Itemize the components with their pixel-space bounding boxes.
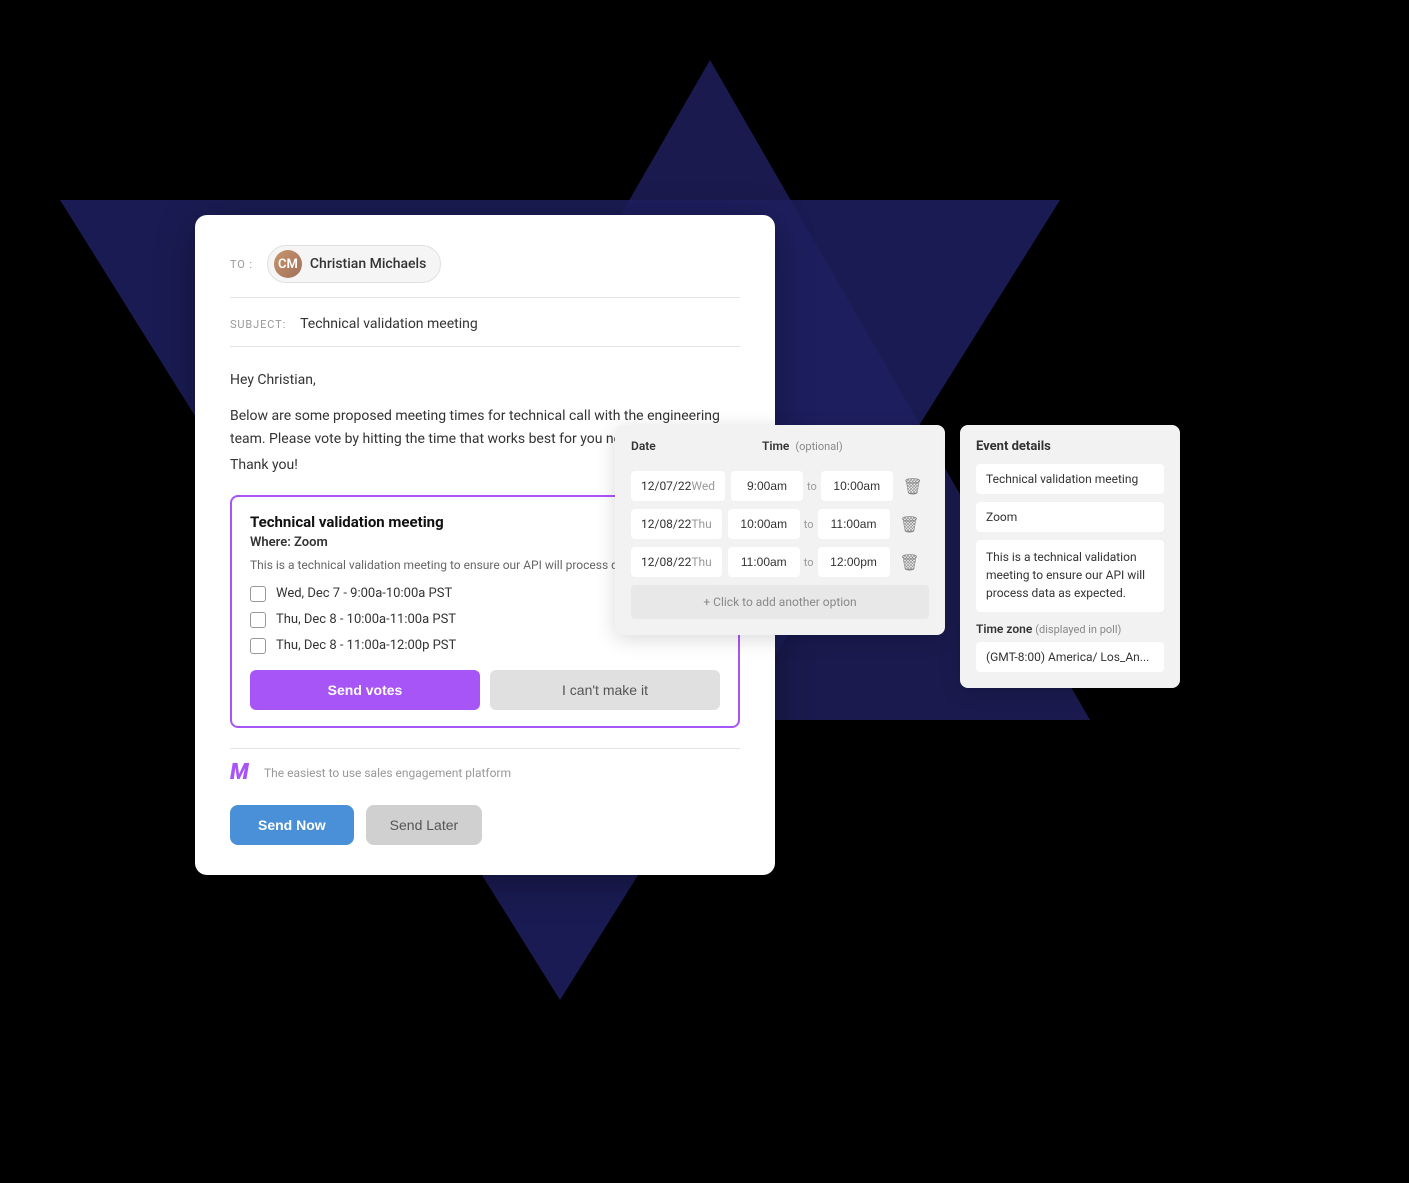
date-2-value: 12/08/22 [641, 517, 691, 531]
delete-row-1-button[interactable]: 🗑 [899, 472, 927, 500]
time-to-1: to [807, 480, 817, 493]
event-description[interactable]: This is a technical validation meeting t… [976, 540, 1164, 612]
end-time-3[interactable] [818, 547, 890, 577]
delete-row-3-button[interactable]: 🗑 [896, 548, 924, 576]
start-time-3[interactable] [728, 547, 800, 577]
to-field: TO : CM Christian Michaels [230, 245, 740, 298]
subject-label: SUBJECT: [230, 318, 286, 331]
send-later-button[interactable]: Send Later [366, 805, 483, 845]
poll-checkbox-3[interactable] [250, 638, 266, 654]
time-to-2: to [804, 518, 814, 531]
date-2-day: Thu [691, 517, 711, 531]
event-details-title: Event details [976, 439, 1164, 454]
add-option-button[interactable]: + Click to add another option [631, 585, 929, 619]
platform-logo: M [230, 763, 254, 783]
timezone-value[interactable]: (GMT-8:00) America/ Los_An... [976, 642, 1164, 672]
platform-tagline: The easiest to use sales engagement plat… [264, 766, 511, 780]
m-icon: M [230, 760, 249, 785]
schedule-panel: Date Time (optional) 12/07/22 Wed to 🗑 1… [615, 425, 945, 635]
event-meeting-name[interactable]: Technical validation meeting [976, 464, 1164, 494]
schedule-date-2: 12/08/22 Thu [631, 509, 722, 539]
poll-checkbox-1[interactable] [250, 586, 266, 602]
poll-checkbox-2[interactable] [250, 612, 266, 628]
timezone-note: (displayed in poll) [1035, 623, 1121, 636]
date-3-day: Thu [691, 555, 711, 569]
time-optional: (optional) [795, 440, 842, 453]
poll-where-value: Zoom [294, 535, 328, 550]
time-range-2: to [728, 509, 890, 539]
end-time-2[interactable] [818, 509, 890, 539]
recipient-chip[interactable]: CM Christian Michaels [267, 245, 441, 283]
date-3-value: 12/08/22 [641, 555, 691, 569]
time-range-3: to [728, 547, 890, 577]
start-time-1[interactable] [731, 471, 803, 501]
time-label: Time [762, 439, 789, 453]
platform-footer: M The easiest to use sales engagement pl… [230, 748, 740, 783]
recipient-name: Christian Michaels [310, 256, 426, 272]
end-time-1[interactable] [821, 471, 893, 501]
poll-option-3[interactable]: Thu, Dec 8 - 11:00a-12:00p PST [250, 638, 720, 654]
schedule-row-1: 12/07/22 Wed to 🗑 [631, 471, 929, 501]
timezone-label: Time zone (displayed in poll) [976, 622, 1164, 636]
date-col-label: Date [631, 439, 756, 453]
schedule-row-3: 12/08/22 Thu to 🗑 [631, 547, 929, 577]
time-to-3: to [804, 556, 814, 569]
subject-field: SUBJECT: Technical validation meeting [230, 316, 740, 347]
time-col-label: Time (optional) [762, 439, 887, 453]
date-1-day: Wed [691, 479, 715, 493]
avatar: CM [274, 250, 302, 278]
poll-option-1-label: Wed, Dec 7 - 9:00a-10:00a PST [276, 586, 452, 601]
schedule-date-3: 12/08/22 Thu [631, 547, 722, 577]
date-1-value: 12/07/22 [641, 479, 691, 493]
email-footer-actions: Send Now Send Later [230, 805, 740, 845]
to-label: TO : [230, 258, 253, 271]
poll-option-2-label: Thu, Dec 8 - 10:00a-11:00a PST [276, 612, 456, 627]
subject-value: Technical validation meeting [300, 316, 478, 332]
avatar-image: CM [274, 250, 302, 278]
schedule-row-2: 12/08/22 Thu to 🗑 [631, 509, 929, 539]
time-range-1: to [731, 471, 893, 501]
timezone-label-text: Time zone [976, 622, 1032, 636]
start-time-2[interactable] [728, 509, 800, 539]
poll-option-3-label: Thu, Dec 8 - 11:00a-12:00p PST [276, 638, 456, 653]
event-details-panel: Event details Technical validation meeti… [960, 425, 1180, 688]
send-votes-button[interactable]: Send votes [250, 670, 480, 710]
schedule-date-1: 12/07/22 Wed [631, 471, 725, 501]
poll-actions: Send votes I can't make it [250, 670, 720, 710]
send-now-button[interactable]: Send Now [230, 805, 354, 845]
poll-where-label: Where: [250, 535, 291, 550]
event-location[interactable]: Zoom [976, 502, 1164, 532]
schedule-header: Date Time (optional) [631, 439, 929, 461]
cant-make-it-button[interactable]: I can't make it [490, 670, 720, 710]
body-greeting: Hey Christian, [230, 369, 740, 391]
delete-row-2-button[interactable]: 🗑 [896, 510, 924, 538]
